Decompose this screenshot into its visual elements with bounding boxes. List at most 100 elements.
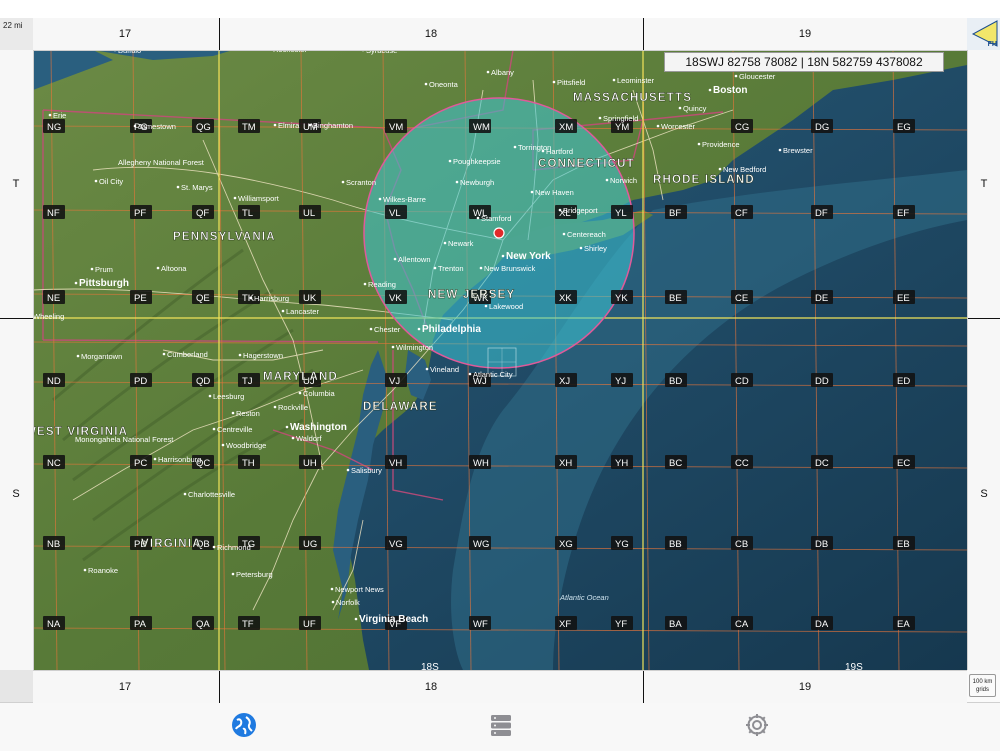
grid-square-label[interactable]: TH [238, 455, 260, 469]
state-label: MASSACHUSETTS [573, 92, 692, 104]
grid-square-label[interactable]: WM [469, 119, 491, 133]
grid-square-label[interactable]: BF [665, 205, 687, 219]
grid-square-label[interactable]: EF [893, 205, 915, 219]
grid-square-label[interactable]: CE [731, 290, 753, 304]
grid-square-label[interactable]: XG [555, 536, 577, 550]
grid-square-label[interactable]: XK [555, 290, 577, 304]
grid-square-label[interactable]: XM [555, 119, 577, 133]
grid-square-label[interactable]: VH [385, 455, 407, 469]
grid-square-label[interactable]: NG [43, 119, 65, 133]
grid-square-label[interactable]: EC [893, 455, 915, 469]
city-dot [542, 150, 545, 153]
grid-square-label[interactable]: PE [130, 290, 152, 304]
grid-square-label[interactable]: VM [385, 119, 407, 133]
grid-square-label[interactable]: TM [238, 119, 260, 133]
grid-square-label[interactable]: DC [811, 455, 833, 469]
grid-square-label[interactable]: NB [43, 536, 65, 550]
grid-square-label[interactable]: WG [469, 536, 491, 550]
grid-square-label[interactable]: YH [611, 455, 633, 469]
grid-square-label[interactable]: XF [555, 616, 577, 630]
grid-square-label[interactable]: DE [811, 290, 833, 304]
grid-square-label[interactable]: EB [893, 536, 915, 550]
grid-square-label[interactable]: QA [192, 616, 214, 630]
grid-square-label[interactable]: BE [665, 290, 687, 304]
map-view[interactable]: NGPGQGTMUMVMWMXMYMCGDGEGNFPFQFTLULVLWLXL… [33, 50, 967, 670]
city-dot [434, 267, 437, 270]
city-label: Vineland [430, 365, 459, 374]
grid-square-label[interactable]: BB [665, 536, 687, 550]
grid-square-label[interactable]: YF [611, 616, 633, 630]
grid-square-label[interactable]: UL [299, 205, 321, 219]
grid-square-label[interactable]: UG [299, 536, 321, 550]
grid-square-label[interactable]: NE [43, 290, 65, 304]
grid-square-label[interactable]: QG [192, 119, 214, 133]
grid-square-label[interactable]: NC [43, 455, 65, 469]
grid-square-label[interactable]: ND [43, 373, 65, 387]
city-label: Roanoke [88, 566, 118, 575]
city-label: Oneonta [429, 80, 459, 89]
grid-square-label[interactable]: VK [385, 290, 407, 304]
grid-square-label[interactable]: DG [811, 119, 833, 133]
grid-square-label[interactable]: QD [192, 373, 214, 387]
map-tab[interactable] [203, 703, 283, 751]
grid-square-label[interactable]: UF [299, 616, 321, 630]
grid-square-label[interactable]: WF [469, 616, 491, 630]
grid-square-label[interactable]: CF [731, 205, 753, 219]
city-dot [531, 191, 534, 194]
grid-square-label[interactable]: EE [893, 290, 915, 304]
grid-square-label[interactable]: YK [611, 290, 633, 304]
grid-square-label[interactable]: CA [731, 616, 753, 630]
grid-square-label[interactable]: YJ [611, 373, 633, 387]
location-pin[interactable] [494, 228, 504, 238]
grid-square-label[interactable]: CG [731, 119, 753, 133]
grid-square-label[interactable]: PD [130, 373, 152, 387]
grid-square-label[interactable]: VJ [385, 373, 407, 387]
grid-square-label[interactable]: EA [893, 616, 915, 630]
grid-square-label[interactable]: UH [299, 455, 321, 469]
grid-square-label[interactable]: NF [43, 205, 65, 219]
grid-square-label[interactable]: XJ [555, 373, 577, 387]
city-dot [292, 437, 295, 440]
grid-square-label[interactable]: TJ [238, 373, 260, 387]
bottom-zone-ruler: 17 18 19 [33, 670, 967, 703]
grid-square-label[interactable]: XH [555, 455, 577, 469]
grid-square-label[interactable]: ED [893, 373, 915, 387]
svg-text:DA: DA [815, 619, 829, 630]
grid-square-label[interactable]: UK [299, 290, 321, 304]
grid-square-label[interactable]: QE [192, 290, 214, 304]
grid-square-label[interactable]: BC [665, 455, 687, 469]
grid-square-label[interactable]: EG [893, 119, 915, 133]
grid-square-label[interactable]: TF [238, 616, 260, 630]
grid-square-label[interactable]: VG [385, 536, 407, 550]
grid-square-label[interactable]: PA [130, 616, 152, 630]
grid-square-label[interactable]: YL [611, 205, 633, 219]
city-label: Newark [448, 239, 474, 248]
grid-square-label[interactable]: DB [811, 536, 833, 550]
grid-square-label[interactable]: YG [611, 536, 633, 550]
city-label: St. Marys [181, 183, 213, 192]
coordinate-readout[interactable]: 18SWJ 82758 78082 | 18N 582759 4378082 [664, 52, 944, 72]
grid-square-label[interactable]: BD [665, 373, 687, 387]
layers-tab[interactable] [460, 703, 540, 751]
grid-square-label[interactable]: VL [385, 205, 407, 219]
grid-square-label[interactable]: PF [130, 205, 152, 219]
city-label: Leominster [617, 76, 655, 85]
grid-square-label[interactable]: WH [469, 455, 491, 469]
grid-square-label[interactable]: CD [731, 373, 753, 387]
grid-square-label[interactable]: QF [192, 205, 214, 219]
right-band-ruler: T S [967, 50, 1000, 670]
svg-text:CA: CA [735, 619, 749, 630]
grid-square-label[interactable]: DD [811, 373, 833, 387]
fh-toggle-button[interactable]: FH [967, 18, 1000, 50]
grid-square-label[interactable]: BA [665, 616, 687, 630]
settings-tab[interactable] [716, 703, 796, 751]
grid-square-label[interactable]: CC [731, 455, 753, 469]
grid-square-label[interactable]: PC [130, 455, 152, 469]
grid-size-button[interactable]: 100 km grids [967, 670, 1000, 702]
grid-square-label[interactable]: DF [811, 205, 833, 219]
grid-square-label[interactable]: CB [731, 536, 753, 550]
grid-square-label[interactable]: NA [43, 616, 65, 630]
city-label: Worcester [661, 122, 696, 131]
grid-square-label[interactable]: TL [238, 205, 260, 219]
grid-square-label[interactable]: DA [811, 616, 833, 630]
